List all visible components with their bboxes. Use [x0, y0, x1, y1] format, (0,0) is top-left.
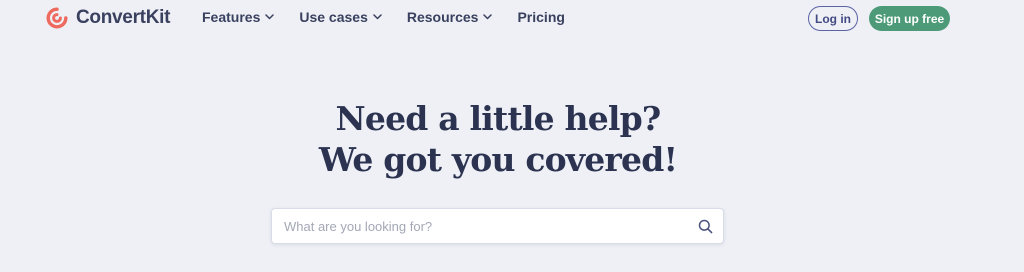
help-center-page: ConvertKit Features Use cases Resources …	[0, 0, 1024, 272]
search-input[interactable]	[284, 209, 684, 243]
search-icon[interactable]	[698, 219, 713, 234]
nav-item-pricing[interactable]: Pricing	[517, 9, 564, 25]
hero-title-line-2: We got you covered!	[318, 140, 678, 179]
search-box	[271, 208, 724, 244]
chevron-down-icon	[483, 14, 493, 20]
nav-item-features[interactable]: Features	[202, 9, 275, 25]
main-nav: Features Use cases Resources Pricing	[202, 9, 590, 25]
nav-item-label: Use cases	[299, 9, 368, 25]
site-header: ConvertKit Features Use cases Resources …	[0, 0, 1024, 36]
chevron-down-icon	[265, 14, 275, 20]
chevron-down-icon	[373, 14, 382, 20]
nav-item-label: Resources	[406, 9, 479, 25]
brand-name: ConvertKit	[76, 7, 171, 28]
hero-title-line-1: Need a little help?	[335, 99, 662, 138]
signup-button[interactable]: Sign up free	[869, 6, 950, 31]
login-button[interactable]: Log in	[808, 6, 858, 31]
nav-item-use-cases[interactable]: Use cases	[299, 9, 382, 25]
nav-item-label: Pricing	[517, 9, 565, 25]
nav-item-resources[interactable]: Resources	[407, 9, 493, 25]
nav-item-label: Features	[202, 9, 261, 25]
brand-logo[interactable]: ConvertKit	[45, 6, 170, 30]
convertkit-logo-icon	[46, 7, 68, 29]
hero-title: Need a little help? We got you covered!	[0, 98, 996, 180]
